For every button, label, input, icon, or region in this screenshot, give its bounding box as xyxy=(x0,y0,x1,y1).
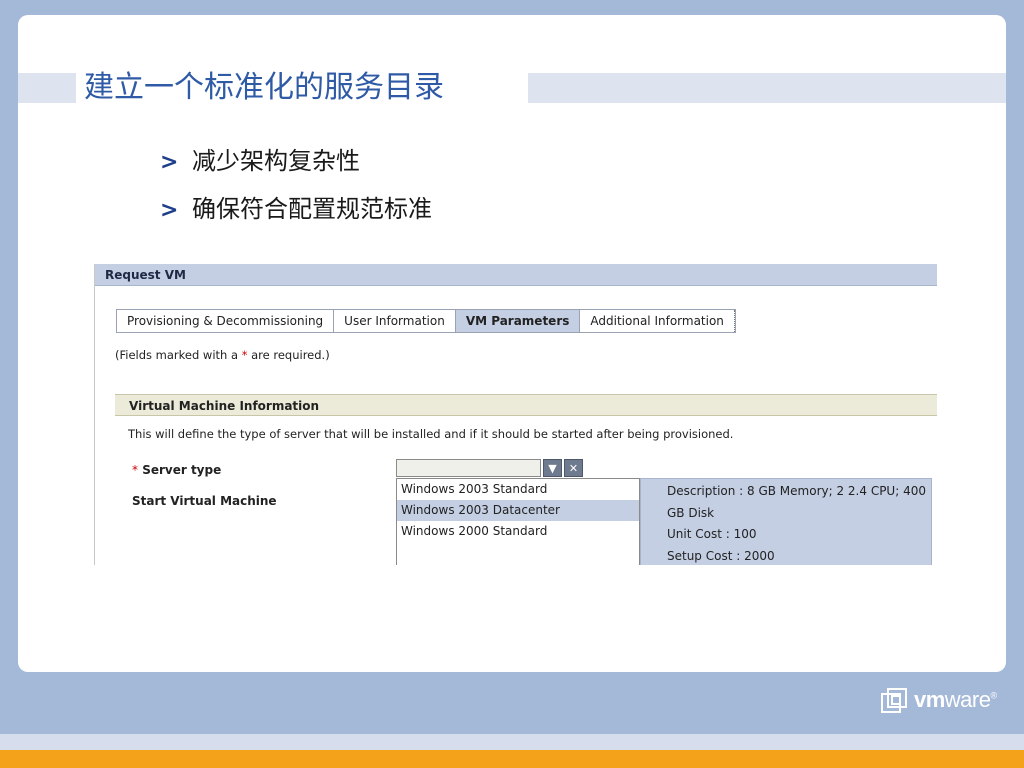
detail-setup-cost: Setup Cost : 2000 xyxy=(667,548,775,563)
title-band-right xyxy=(528,73,1006,103)
tab-bar: Provisioning & Decommissioning User Info… xyxy=(116,309,736,333)
detail-disk: GB Disk xyxy=(667,505,715,520)
logo-light: ware xyxy=(944,687,991,712)
bullet-arrow-icon: > xyxy=(160,150,179,175)
detail-unit-cost: Unit Cost : 100 xyxy=(667,527,757,541)
server-type-label-text: Server type xyxy=(142,463,222,477)
server-type-label: * Server type xyxy=(132,463,221,477)
required-note-prefix: (Fields marked with a xyxy=(115,348,242,362)
vmware-logo-icon xyxy=(881,688,907,713)
bullet-item: > 减少架构复杂性 xyxy=(160,142,432,190)
request-vm-screenshot: Request VM Provisioning & Decommissionin… xyxy=(94,264,937,565)
server-type-dropdown: Windows 2003 Standard Windows 2003 Datac… xyxy=(396,478,640,565)
start-vm-label: Start Virtual Machine xyxy=(132,494,277,508)
vmware-logo-text: vmware® xyxy=(914,687,997,713)
detail-description: Description : 8 GB Memory; 2 2.4 CPU; 40… xyxy=(667,484,926,498)
required-fields-note: (Fields marked with a * are required.) xyxy=(115,348,330,362)
dropdown-option-win2003-standard[interactable]: Windows 2003 Standard xyxy=(397,479,639,500)
required-note-suffix: are required.) xyxy=(247,348,330,362)
chevron-down-icon[interactable]: ▼ xyxy=(543,459,562,477)
close-icon[interactable]: ✕ xyxy=(564,459,583,477)
logo-bold: vm xyxy=(914,687,945,712)
tab-additional-information[interactable]: Additional Information xyxy=(580,310,735,332)
dropdown-option-win2000-standard[interactable]: Windows 2000 Standard xyxy=(397,521,639,542)
request-vm-header: Request VM xyxy=(95,264,937,286)
tab-provisioning[interactable]: Provisioning & Decommissioning xyxy=(117,310,335,332)
logo-mark: ® xyxy=(990,690,997,701)
bullet-item: > 确保符合配置规范标准 xyxy=(160,190,432,238)
footer-stripe-light xyxy=(0,734,1024,750)
slide-title: 建立一个标准化的服务目录 xyxy=(84,70,444,105)
server-type-detail-panel: Description : 8 GB Memory; 2 2.4 CPU; 40… xyxy=(640,478,932,565)
bullet-text: 确保符合配置规范标准 xyxy=(192,195,432,223)
bullet-arrow-icon: > xyxy=(160,198,179,223)
dropdown-option-win2003-datacenter[interactable]: Windows 2003 Datacenter xyxy=(397,500,639,521)
section-header: Virtual Machine Information xyxy=(115,394,937,416)
bullet-list: > 减少架构复杂性 > 确保符合配置规范标准 xyxy=(160,142,432,238)
required-star: * xyxy=(132,463,138,477)
footer-stripe-orange xyxy=(0,750,1024,768)
bullet-text: 减少架构复杂性 xyxy=(192,147,360,175)
section-description: This will define the type of server that… xyxy=(128,427,734,441)
tab-vm-parameters[interactable]: VM Parameters xyxy=(455,310,581,332)
tab-user-information[interactable]: User Information xyxy=(334,310,456,332)
server-type-combobox[interactable] xyxy=(396,459,541,477)
title-band-left xyxy=(18,73,76,103)
